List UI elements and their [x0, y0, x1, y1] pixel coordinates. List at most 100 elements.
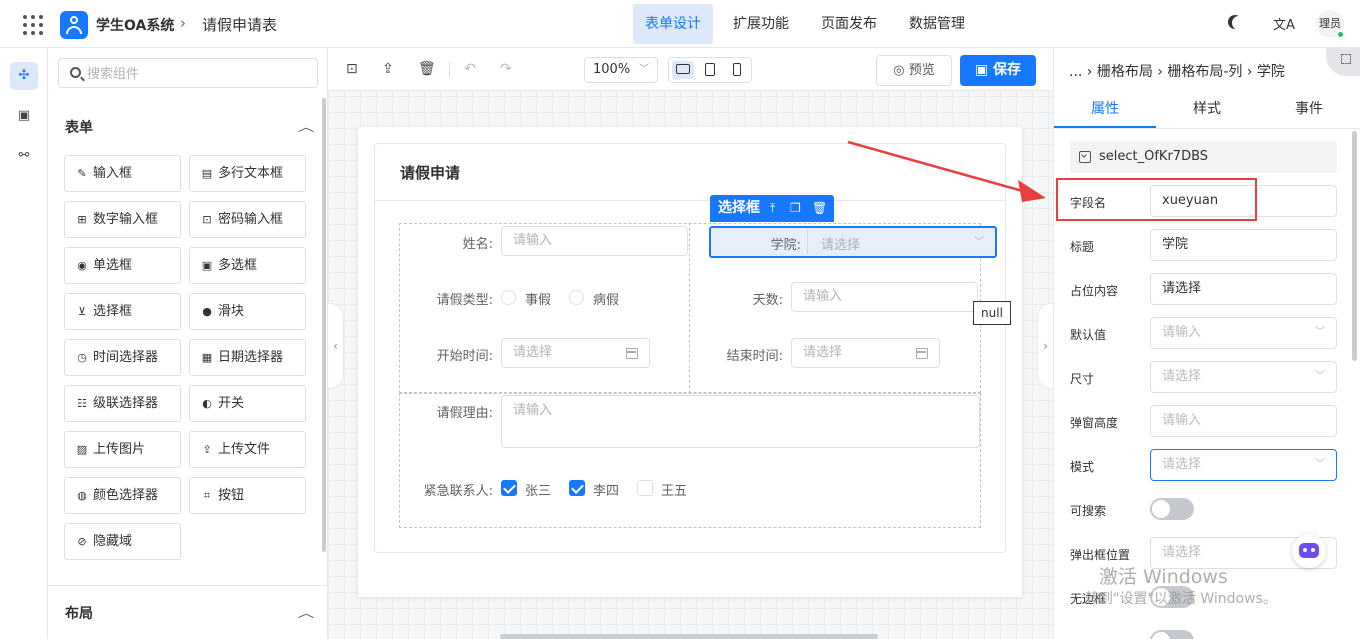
- start-time-picker[interactable]: 请选择: [501, 338, 650, 368]
- chevron-down-icon: ﹀: [974, 237, 984, 248]
- component-switch[interactable]: ◐ 开关: [189, 385, 306, 422]
- contact-label-wangwu: 王五: [661, 484, 688, 499]
- collapse-left-panel-button[interactable]: ‹: [328, 303, 344, 389]
- undo-icon[interactable]: ↶: [464, 61, 476, 77]
- component-input[interactable]: ✎ 输入框: [64, 155, 181, 192]
- end-time-picker[interactable]: 请选择: [791, 338, 940, 368]
- size-label: 尺寸: [1070, 372, 1095, 386]
- contact-checkbox-wangwu[interactable]: [637, 480, 653, 496]
- form-title: 请假申请: [400, 164, 461, 182]
- reason-textarea[interactable]: 请输入: [501, 395, 980, 448]
- switch-icon: ◐: [202, 397, 212, 410]
- component-password-input[interactable]: ⊡ 密码输入框: [189, 201, 306, 238]
- dark-mode-icon[interactable]: [1232, 16, 1246, 30]
- component-upload-image[interactable]: ▨ 上传图片: [64, 431, 181, 468]
- tab-events[interactable]: 事件: [1258, 92, 1360, 128]
- collapse-form-section-icon[interactable]: ︿: [298, 118, 315, 135]
- start-time-label: 开始时间:: [436, 349, 493, 364]
- college-label: 学院:: [770, 238, 801, 253]
- radio-sick-leave[interactable]: [569, 290, 584, 305]
- default-value-label: 默认值: [1070, 328, 1107, 342]
- start-time-placeholder: 请选择: [513, 345, 553, 360]
- component-checkbox[interactable]: ▣ 多选框: [189, 247, 306, 284]
- fullscreen-icon[interactable]: [1326, 48, 1360, 76]
- desktop-view-icon[interactable]: [672, 61, 694, 79]
- mobile-view-icon[interactable]: [726, 61, 748, 79]
- canvas-horizontal-scrollbar[interactable]: [500, 634, 878, 639]
- name-label: 姓名:: [462, 237, 493, 252]
- tab-style[interactable]: 样式: [1156, 92, 1258, 128]
- default-value-select[interactable]: 请输入 ﹀: [1150, 317, 1337, 349]
- property-breadcrumb: ... › 栅格布局 › 栅格布局-列 › 学院: [1069, 64, 1285, 80]
- nav-data-management[interactable]: 数据管理: [897, 4, 977, 44]
- contact-checkbox-lisi[interactable]: [569, 480, 585, 496]
- radio-sick-leave-label: 病假: [593, 293, 620, 308]
- component-textarea[interactable]: ▤ 多行文本框: [189, 155, 306, 192]
- components-puzzle-icon[interactable]: ✣: [10, 62, 38, 90]
- searchable-switch[interactable]: [1150, 498, 1194, 520]
- component-radio[interactable]: ◉ 单选框: [64, 247, 181, 284]
- user-avatar[interactable]: 理员: [1316, 10, 1345, 39]
- radio-icon: ◉: [77, 259, 87, 272]
- nav-page-publish[interactable]: 页面发布: [809, 4, 889, 44]
- tab-properties[interactable]: 属性: [1054, 92, 1156, 128]
- palette-icon: ◍: [77, 489, 87, 502]
- delete-icon[interactable]: 🗑: [418, 61, 436, 77]
- online-status-dot: [1336, 30, 1345, 39]
- breadcrumb-separator: ›: [180, 14, 186, 32]
- searchable-label: 可搜索: [1070, 504, 1107, 518]
- emergency-contact-label: 紧急联系人:: [423, 484, 493, 499]
- college-placeholder: 请选择: [821, 238, 861, 253]
- college-select-selected[interactable]: 学院: 请选择 ﹀: [709, 226, 997, 258]
- clock-icon: ◷: [77, 351, 87, 364]
- nav-form-design[interactable]: 表单设计: [633, 4, 713, 44]
- copy-icon[interactable]: ❐: [790, 195, 801, 222]
- chat-assistant-icon[interactable]: [1292, 534, 1326, 568]
- title-input[interactable]: 学院: [1150, 229, 1337, 261]
- placeholder-input[interactable]: 请选择: [1150, 273, 1337, 305]
- component-cascader[interactable]: ☷ 级联选择器: [64, 385, 181, 422]
- calendar-icon: [626, 348, 638, 359]
- component-hidden-field[interactable]: ⊘ 隐藏域: [64, 523, 181, 560]
- component-search-input[interactable]: [87, 65, 307, 83]
- save-icon: ▣: [974, 62, 994, 78]
- component-panel-scrollbar[interactable]: [322, 98, 326, 552]
- delete-icon[interactable]: 🗑: [812, 195, 827, 222]
- extra-switch[interactable]: [1150, 630, 1194, 639]
- component-date-picker[interactable]: ▦ 日期选择器: [189, 339, 306, 376]
- component-select[interactable]: ⊻ 选择框: [64, 293, 181, 330]
- chevron-down-icon: ﹀: [639, 64, 649, 75]
- tablet-view-icon[interactable]: [699, 61, 721, 79]
- component-upload-file[interactable]: ⇪ 上传文件: [189, 431, 306, 468]
- preview-button[interactable]: ◎ 预览: [876, 55, 952, 86]
- code-icon[interactable]: ⊡: [346, 61, 358, 77]
- app-grid-icon[interactable]: [22, 14, 44, 36]
- radio-personal-leave[interactable]: [501, 290, 516, 305]
- placeholder-label: 占位内容: [1070, 284, 1119, 298]
- redo-icon[interactable]: ↷: [500, 61, 512, 77]
- component-number-input[interactable]: ⊞ 数字输入框: [64, 201, 181, 238]
- export-icon[interactable]: ⇪: [382, 61, 394, 77]
- popup-height-input[interactable]: 请输入: [1150, 405, 1337, 437]
- component-time-picker[interactable]: ◷ 时间选择器: [64, 339, 181, 376]
- collapse-layout-section-icon[interactable]: ︿: [298, 604, 315, 621]
- contact-checkbox-zhangsan[interactable]: [501, 480, 517, 496]
- collapse-right-panel-button[interactable]: ›: [1037, 303, 1053, 389]
- move-up-icon[interactable]: ⤒: [770, 195, 775, 222]
- chevron-down-icon: ﹀: [1315, 371, 1325, 382]
- size-select[interactable]: 请选择 ﹀: [1150, 361, 1337, 393]
- mode-select[interactable]: 请选择 ﹀: [1150, 449, 1337, 481]
- days-input[interactable]: 请输入: [791, 282, 978, 312]
- nav-extensions[interactable]: 扩展功能: [721, 4, 801, 44]
- component-button[interactable]: ⌗ 按钮: [189, 477, 306, 514]
- tree-structure-icon[interactable]: ⚯: [10, 142, 38, 170]
- zoom-select[interactable]: 100% ﹀: [584, 57, 658, 83]
- name-input[interactable]: 请输入: [501, 226, 688, 256]
- component-slider[interactable]: ● 滑块: [189, 293, 306, 330]
- leave-type-label: 请假类型:: [436, 293, 493, 308]
- component-color-picker[interactable]: ◍ 颜色选择器: [64, 477, 181, 514]
- translate-icon[interactable]: 文A: [1273, 14, 1295, 33]
- code-window-icon[interactable]: ▣: [10, 102, 38, 130]
- save-button[interactable]: ▣ 保存: [960, 55, 1036, 86]
- properties-scrollbar[interactable]: [1352, 131, 1357, 361]
